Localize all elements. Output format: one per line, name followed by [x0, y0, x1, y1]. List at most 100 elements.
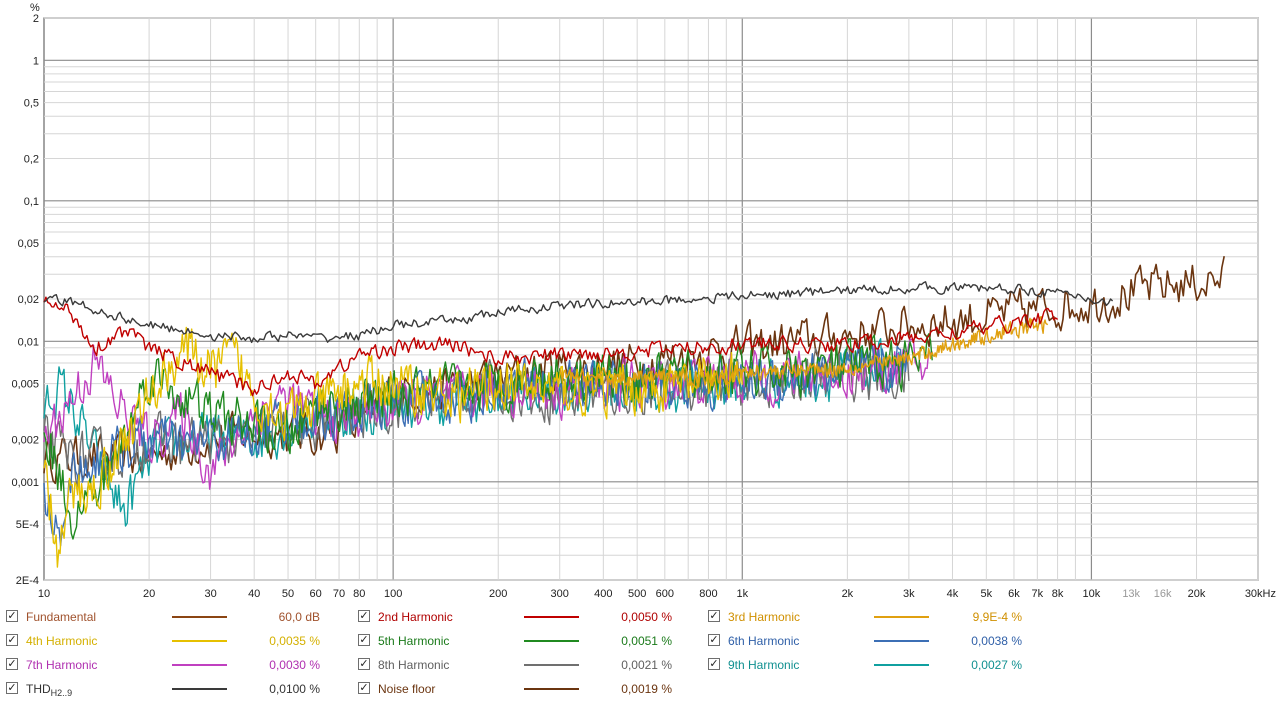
legend-label: 6th Harmonic [728, 634, 800, 648]
x-tick-label: 10 [38, 588, 50, 600]
legend-label: THDH2..9 [26, 682, 73, 698]
legend-item-h7: ✓ 7th Harmonic 0,0030 % [6, 654, 346, 676]
checkbox-fundamental[interactable]: ✓ [6, 610, 18, 622]
x-tick-label: 1k [736, 588, 748, 600]
y-tick-label: 0,001 [11, 477, 39, 489]
legend-swatch [524, 664, 579, 666]
legend-item-h8: ✓ 8th Harmonic 0,0021 % [358, 654, 698, 676]
legend-item-h4: ✓ 4th Harmonic 0,0035 % [6, 630, 346, 652]
legend-swatch [874, 640, 929, 642]
checkbox-h2[interactable]: ✓ [358, 610, 370, 622]
legend-swatch [172, 640, 227, 642]
grid [43, 17, 1259, 581]
legend-swatch [524, 688, 579, 690]
legend-value: 0,0038 % [971, 634, 1022, 648]
x-tick-label: 30 [204, 588, 216, 600]
legend-item-h6: ✓ 6th Harmonic 0,0038 % [708, 630, 1048, 652]
y-tick-label: 2E-4 [16, 575, 39, 587]
x-tick-label: 300 [551, 588, 569, 600]
checkbox-h3[interactable]: ✓ [708, 610, 720, 622]
y-axis-unit: % [30, 2, 40, 14]
legend-item-h5: ✓ 5th Harmonic 0,0051 % [358, 630, 698, 652]
x-tick-label: 2k [842, 588, 854, 600]
x-tick-label: 60 [310, 588, 322, 600]
legend-item-h3: ✓ 3rd Harmonic 9,9E-4 % [708, 606, 1048, 628]
legend-item-thd: ✓ THDH2..9 0,0100 % [6, 678, 346, 700]
checkbox-h7[interactable]: ✓ [6, 658, 18, 670]
x-tick-label: 600 [656, 588, 674, 600]
y-tick-label: 0,5 [24, 98, 39, 110]
checkbox-noise[interactable]: ✓ [358, 682, 370, 694]
y-tick-label: 0,05 [18, 238, 39, 250]
x-tick-label: 7k [1032, 588, 1044, 600]
legend-label: 3rd Harmonic [728, 610, 801, 624]
legend-item-fundamental: ✓ Fundamental 60,0 dB [6, 606, 346, 628]
legend-swatch [524, 640, 579, 642]
legend-value: 0,0051 % [621, 634, 672, 648]
legend-swatch [874, 664, 929, 666]
x-tick-label: 8k [1052, 588, 1064, 600]
legend-value: 0,0030 % [269, 658, 320, 672]
legend-swatch [172, 616, 227, 618]
legend-value: 0,0021 % [621, 658, 672, 672]
y-tick-label: 0,005 [11, 379, 39, 391]
y-tick-label: 5E-4 [16, 519, 39, 531]
legend-value: 0,0019 % [621, 682, 672, 696]
checkbox-thd[interactable]: ✓ [6, 682, 18, 694]
legend-item-h9: ✓ 9th Harmonic 0,0027 % [708, 654, 1048, 676]
x-tick-label: 4k [947, 588, 959, 600]
x-tick-label: 100 [384, 588, 402, 600]
legend-panel: ✓ Fundamental 60,0 dB ✓ 2nd Harmonic 0,0050 %… [0, 606, 1280, 704]
y-tick-label: 0,02 [18, 294, 39, 306]
x-tick-label: 70 [333, 588, 345, 600]
legend-item-h2: ✓ 2nd Harmonic 0,0050 % [358, 606, 698, 628]
x-tick-label: 10k [1083, 588, 1101, 600]
y-tick-label: 2 [33, 13, 39, 25]
x-tick-label: 50 [282, 588, 294, 600]
legend-value: 60,0 dB [278, 610, 320, 624]
x-axis-labels: 10 20 30 40 50 60 70 80 100 200 300 400 500 600 800 1k 2… [38, 588, 1276, 600]
y-axis-labels: 2 1 0,5 0,2 0,1 0,05 0,02 0,01 0,005 0,002 0,001 5E… [11, 13, 39, 587]
legend-swatch [874, 616, 929, 618]
legend-swatch [172, 688, 227, 690]
y-tick-label: 0,01 [18, 336, 39, 348]
legend-swatch [524, 616, 579, 618]
distortion-chart: 2 1 0,5 0,2 0,1 0,05 0,02 0,01 0,005 0,002 0,001 5E… [11, 2, 1276, 600]
legend-label: 2nd Harmonic [378, 610, 453, 624]
legend-value: 0,0027 % [971, 658, 1022, 672]
legend-value: 0,0050 % [621, 610, 672, 624]
checkbox-h4[interactable]: ✓ [6, 634, 18, 646]
x-tick-label: 20k [1188, 588, 1206, 600]
x-tick-label: 200 [489, 588, 507, 600]
legend-label: 4th Harmonic [26, 634, 98, 648]
x-tick-label: 80 [353, 588, 365, 600]
legend-value: 9,9E-4 % [972, 610, 1022, 624]
x-tick-label: 16k [1154, 588, 1172, 600]
checkbox-h6[interactable]: ✓ [708, 634, 720, 646]
x-tick-label: 400 [594, 588, 612, 600]
x-tick-label: 40 [248, 588, 260, 600]
legend-label: 8th Harmonic [378, 658, 450, 672]
legend-label: 5th Harmonic [378, 634, 450, 648]
x-tick-label: 5k [981, 588, 993, 600]
legend-swatch [172, 664, 227, 666]
legend-label: 9th Harmonic [728, 658, 800, 672]
x-tick-label: 800 [699, 588, 717, 600]
y-tick-label: 0,002 [11, 435, 39, 447]
legend-label: 7th Harmonic [26, 658, 98, 672]
x-tick-label: 13k [1122, 588, 1140, 600]
x-tick-label: 30kHz [1245, 588, 1276, 600]
legend-value: 0,0100 % [269, 682, 320, 696]
checkbox-h9[interactable]: ✓ [708, 658, 720, 670]
checkbox-h8[interactable]: ✓ [358, 658, 370, 670]
legend-item-noise: ✓ Noise floor 0,0019 % [358, 678, 698, 700]
x-tick-label: 6k [1008, 588, 1020, 600]
y-tick-label: 1 [33, 55, 39, 67]
y-tick-label: 0,1 [24, 196, 39, 208]
legend-value: 0,0035 % [269, 634, 320, 648]
x-tick-label: 3k [903, 588, 915, 600]
legend-label: Fundamental [26, 610, 97, 624]
x-tick-label: 20 [143, 588, 155, 600]
checkbox-h5[interactable]: ✓ [358, 634, 370, 646]
legend-label: Noise floor [378, 682, 436, 696]
